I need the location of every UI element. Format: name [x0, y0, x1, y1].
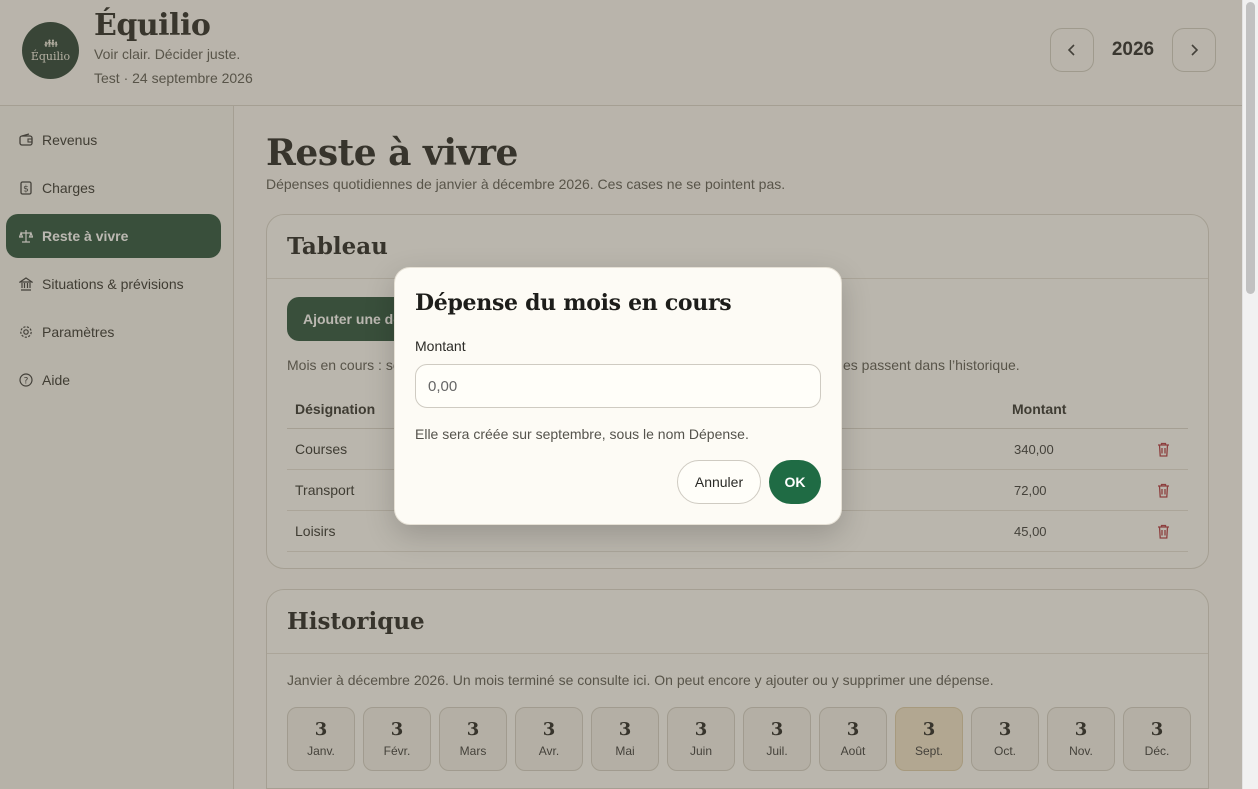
dialog-title: Dépense du mois en cours: [415, 290, 732, 316]
page-scrollbar[interactable]: [1242, 0, 1258, 789]
amount-input[interactable]: [415, 364, 821, 408]
scrollbar-thumb[interactable]: [1246, 2, 1255, 294]
amount-label: Montant: [415, 338, 466, 354]
cancel-button[interactable]: Annuler: [677, 460, 761, 504]
dialog-hint: Elle sera créée sur septembre, sous le n…: [415, 426, 749, 442]
expense-dialog: Dépense du mois en cours Montant Elle se…: [394, 267, 842, 525]
ok-button[interactable]: OK: [769, 460, 821, 504]
